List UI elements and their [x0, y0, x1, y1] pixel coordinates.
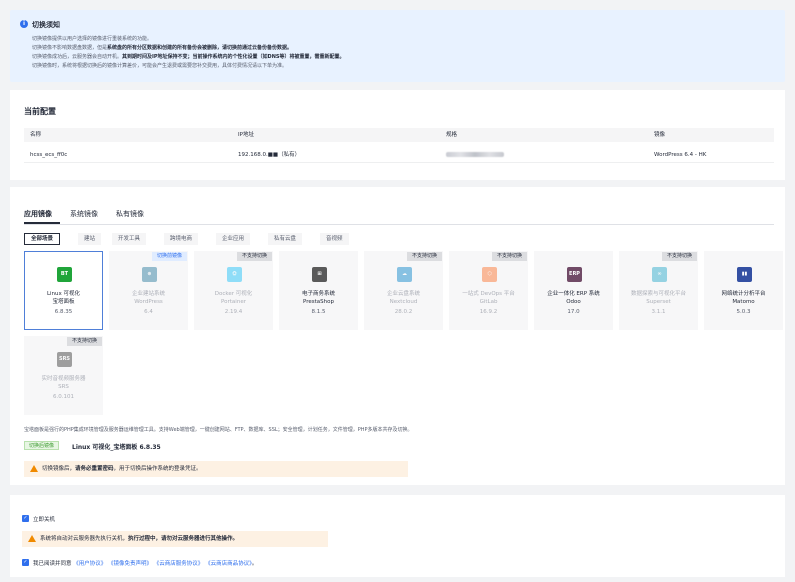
card-name: 企业建站系统 WordPress	[131, 291, 165, 305]
server-ip: 192.168.0.■■（私有）	[238, 152, 301, 158]
shutdown-label: 立即关机	[33, 517, 56, 523]
notice-line-1: 切换镜像提供以用户选择的镜像进行重装系统的功能。	[32, 36, 153, 42]
server-spec-redacted	[446, 147, 504, 163]
agreement-checkbox[interactable]: ✓	[22, 559, 29, 566]
card-name: 电子商务系统 PrestaShop	[301, 291, 335, 305]
user-agreement-link[interactable]: 《用户协议》	[73, 561, 106, 567]
filter-enterprise[interactable]: 企业应用	[216, 233, 251, 245]
image-card[interactable]: ERP 企业一体化 ERP 系统 Odoo 17.0	[534, 251, 613, 330]
card-name: 实时音视频服务器 SRS	[41, 376, 86, 390]
card-version: 6.4	[144, 309, 153, 315]
card-version: 6.8.35	[54, 309, 73, 315]
filter-website[interactable]: 建站	[78, 233, 102, 245]
image-card: 不支持切换 ☁ 企业云盘系统 Nextcloud 28.0.2	[364, 251, 443, 330]
store-product-agreement-link[interactable]: 《云商店商品协议》	[205, 561, 252, 567]
col-name-header: 名称	[30, 132, 42, 138]
image-card: 不支持切换 SRS 实时音视频服务器 SRS 6.0.101	[24, 336, 103, 415]
notice-line-3: 切换镜像成功后，云服务器会自动开机。其到期时间及IP地址保持不变；当前操作系统内…	[32, 54, 345, 60]
card-name: Docker 可视化 Portainer	[214, 291, 253, 305]
table-row: hcss_ecs_ff0c 192.168.0.■■（私有） WordPress…	[24, 147, 774, 163]
card-badge: 不支持切换	[661, 252, 697, 261]
warning-icon	[30, 465, 38, 472]
card-badge: 不支持切换	[236, 252, 272, 261]
filter-ecommerce[interactable]: 跨境电商	[164, 233, 199, 245]
image-card: 不支持切换 ∞ 数据探索与可视化平台 Superset 3.1.1	[619, 251, 698, 330]
after-switch-tag: 切换后镜像	[24, 441, 60, 450]
info-icon: i	[20, 20, 28, 28]
srs-logo: SRS	[57, 352, 72, 367]
card-version: 2.19.4	[224, 309, 243, 315]
filter-audio-video[interactable]: 音视频	[320, 233, 349, 245]
tab-app-image[interactable]: 应用镜像	[24, 209, 52, 219]
portainer-logo: ⛭	[227, 267, 242, 282]
server-name: hcss_ecs_ff0c	[30, 152, 68, 158]
image-card: 不支持切换 ⛭ Docker 可视化 Portainer 2.19.4	[194, 251, 273, 330]
card-name: 企业云盘系统 Nextcloud	[386, 291, 420, 305]
tab-system-image[interactable]: 系统镜像	[70, 209, 98, 219]
current-config-panel: 当前配置 名称 IP地址 规格 镜像 hcss_ecs_ff0c 192.168…	[10, 90, 785, 180]
image-selection-panel: 应用镜像 系统镜像 私有镜像 全部场景 建站 开发工具 跨境电商 企业应用 私有…	[10, 187, 785, 485]
wordpress-logo: ⊕	[142, 267, 157, 282]
card-badge: 不支持切换	[406, 252, 442, 261]
filter-cloud-drive[interactable]: 私有云盘	[268, 233, 303, 245]
card-version: 5.0.3	[736, 309, 751, 315]
card-name: 网络统计分析平台 Matomo	[721, 291, 766, 305]
server-image: WordPress 6.4 - HK	[654, 152, 707, 158]
matomo-logo: ▮▮	[737, 267, 752, 282]
notice-line-2: 切换镜像不影响数据盘数据，但是系统盘的所有分区数据和创建的所有备份会被删除，请切…	[32, 45, 293, 51]
password-warning: 切换镜像后，请务必重置密码，用于切换后操作系统的登录凭证。	[24, 461, 408, 477]
card-version: 16.9.2	[479, 309, 498, 315]
card-version: 3.1.1	[651, 309, 666, 315]
notice-line-4: 切换镜像时，系统将根据切换后的镜像计算差价，可能会产生退费或需要您补交费用，具体…	[32, 63, 288, 69]
confirm-panel: ✓ 立即关机 系统将自动对云服务器先执行关机，执行过程中，请勿对云服务器进行其他…	[10, 495, 785, 577]
card-badge: 不支持切换	[491, 252, 527, 261]
image-disclaimer-link[interactable]: 《镜像免责声明》	[108, 561, 152, 567]
image-card[interactable]: ▮▮ 网络统计分析平台 Matomo 5.0.3	[704, 251, 783, 330]
bt-panel-logo: BT	[57, 267, 72, 282]
warning-icon	[28, 535, 36, 542]
card-name: 数据探索与可视化平台 Superset	[630, 291, 686, 305]
store-service-agreement-link[interactable]: 《云商店服务协议》	[154, 561, 204, 567]
image-description: 宝塔面板是强行的PHP集成环境管理及服务器运维管理工具。支持Web端管理，一键创…	[24, 427, 413, 433]
card-version: 17.0	[567, 309, 580, 315]
image-card: 不支持切换 ⬡ 一站式 DevOps 平台 GitLab 16.9.2	[449, 251, 528, 330]
prestashop-logo: ⊞	[312, 267, 327, 282]
col-spec-header: 规格	[446, 132, 458, 138]
card-version: 6.0.101	[53, 394, 74, 400]
shutdown-warning: 系统将自动对云服务器先执行关机，执行过程中，请勿对云服务器进行其他操作。	[22, 531, 328, 547]
shutdown-checkbox[interactable]: ✓	[22, 515, 29, 522]
card-name: 一站式 DevOps 平台 GitLab	[462, 291, 515, 305]
image-card[interactable]: BT Linux 可视化 宝塔面板 6.8.35	[24, 251, 103, 330]
image-card: 切换前镜像 ⊕ 企业建站系统 WordPress 6.4	[109, 251, 188, 330]
card-name: 企业一体化 ERP 系统 Odoo	[547, 291, 600, 305]
card-version: 28.0.2	[394, 309, 413, 315]
card-name: Linux 可视化 宝塔面板	[46, 291, 81, 305]
col-ip-header: IP地址	[238, 132, 254, 138]
agreement-label: 我已阅读并同意 《用户协议》 《镜像免责声明》 《云商店服务协议》 《云商店商品…	[33, 561, 258, 567]
card-badge: 切换前镜像	[151, 252, 187, 261]
gitlab-logo: ⬡	[482, 267, 497, 282]
card-version: 8.1.5	[311, 309, 326, 315]
notice-title: 切换须知	[32, 21, 60, 29]
filter-all[interactable]: 全部场景	[24, 233, 61, 245]
current-config-title: 当前配置	[24, 107, 56, 116]
image-card[interactable]: ⊞ 电子商务系统 PrestaShop 8.1.5	[279, 251, 358, 330]
odoo-logo: ERP	[567, 267, 582, 282]
card-badge: 不支持切换	[66, 337, 102, 346]
switch-notice: i 切换须知 切换镜像提供以用户选择的镜像进行重装系统的功能。 切换镜像不影响数…	[10, 10, 785, 82]
tabs-divider	[24, 224, 774, 225]
tab-private-image[interactable]: 私有镜像	[116, 209, 144, 219]
filter-devtools[interactable]: 开发工具	[112, 233, 147, 245]
config-table-header: 名称 IP地址 规格 镜像	[24, 128, 774, 142]
superset-logo: ∞	[652, 267, 667, 282]
after-switch-image-name: Linux 可视化_宝塔面板 6.8.35	[72, 444, 161, 451]
col-image-header: 镜像	[654, 132, 666, 138]
nextcloud-logo: ☁	[397, 267, 412, 282]
